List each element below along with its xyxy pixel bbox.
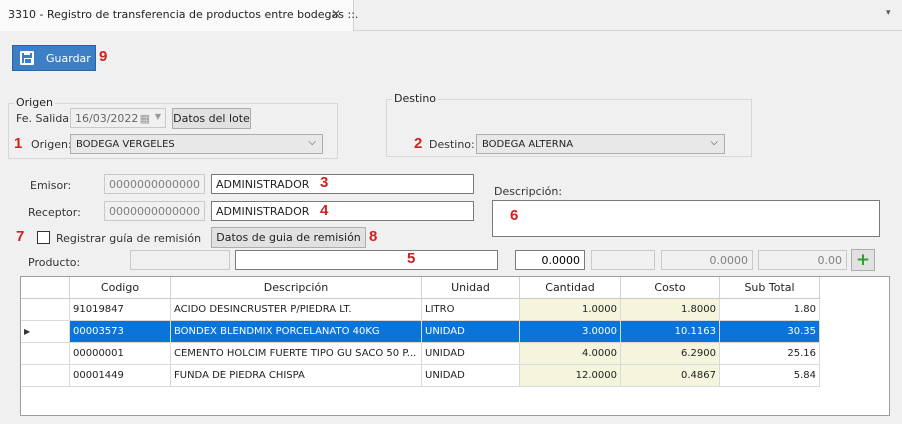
marker-9: 9 bbox=[99, 48, 108, 65]
table-cell-unidad[interactable]: UNIDAD bbox=[422, 365, 520, 387]
row-header[interactable] bbox=[21, 299, 70, 321]
producto-code-field[interactable] bbox=[130, 250, 230, 270]
table-cell-descripcion[interactable]: BONDEX BLENDMIX PORCELANATO 40KG bbox=[171, 321, 422, 343]
table-cell-codigo[interactable]: 91019847 bbox=[70, 299, 171, 321]
emisor-label: Emisor: bbox=[30, 179, 72, 192]
guia-checkbox-label: Registrar guía de remisión bbox=[56, 232, 202, 245]
producto-label: Producto: bbox=[28, 256, 81, 269]
row-header-corner bbox=[21, 277, 70, 299]
table-cell-descripcion[interactable]: CEMENTO HOLCIM FUERTE TIPO GU SACO 50 P.… bbox=[171, 343, 422, 365]
destino-label: Destino: bbox=[429, 138, 475, 151]
descripcion-textarea[interactable] bbox=[492, 200, 880, 237]
receptor-name-field[interactable]: ADMINISTRADOR bbox=[211, 201, 474, 221]
table-cell-subtotal[interactable]: 1.80 bbox=[720, 299, 820, 321]
tab-transferencia[interactable]: 3310 - Registro de transferencia de prod… bbox=[0, 0, 358, 31]
marker-3: 3 bbox=[320, 174, 329, 191]
tab-title: 3310 - Registro de transferencia de prod… bbox=[8, 8, 359, 21]
row-header[interactable] bbox=[21, 343, 70, 365]
row-header[interactable]: ▶ bbox=[21, 321, 70, 343]
close-icon[interactable]: ✕ bbox=[331, 7, 341, 21]
marker-1: 1 bbox=[14, 135, 23, 152]
table-cell-costo[interactable]: 6.2900 bbox=[621, 343, 720, 365]
column-header-costo[interactable]: Costo bbox=[621, 277, 720, 299]
column-header-descripcion[interactable]: Descripción bbox=[171, 277, 422, 299]
receptor-name-value: ADMINISTRADOR bbox=[216, 205, 310, 218]
table-cell-unidad[interactable]: UNIDAD bbox=[422, 343, 520, 365]
cantidad-input[interactable]: 0.0000 bbox=[515, 250, 585, 270]
save-button-label: Guardar bbox=[46, 52, 91, 65]
table-cell-costo[interactable]: 0.4867 bbox=[621, 365, 720, 387]
marker-2: 2 bbox=[414, 135, 423, 152]
current-row-indicator-icon: ▶ bbox=[24, 327, 31, 336]
descripcion-label: Descripción: bbox=[494, 185, 563, 198]
column-header-subtotal[interactable]: Sub Total bbox=[720, 277, 820, 299]
emisor-code-field[interactable]: 0000000000000 bbox=[104, 174, 205, 194]
row-header[interactable] bbox=[21, 365, 70, 387]
table-cell-cantidad[interactable]: 1.0000 bbox=[520, 299, 621, 321]
chevron-down-icon[interactable]: ▼ bbox=[155, 112, 161, 121]
receptor-label: Receptor: bbox=[28, 206, 81, 219]
marker-8: 8 bbox=[369, 228, 378, 245]
tab-strip: 3310 - Registro de transferencia de prod… bbox=[0, 0, 902, 31]
table-cell-subtotal[interactable]: 5.84 bbox=[720, 365, 820, 387]
destino-select-value: BODEGA ALTERNA bbox=[482, 139, 574, 150]
marker-4: 4 bbox=[320, 202, 329, 219]
costo-field[interactable]: 0.0000 bbox=[661, 250, 753, 270]
table-cell-cantidad[interactable]: 4.0000 bbox=[520, 343, 621, 365]
products-table[interactable]: Codigo Descripción Unidad Cantidad Costo… bbox=[20, 276, 890, 416]
table-cell-cantidad[interactable]: 3.0000 bbox=[520, 321, 621, 343]
table-cell-unidad[interactable]: LITRO bbox=[422, 299, 520, 321]
chevron-down-icon: ⌵ bbox=[710, 137, 718, 148]
marker-6: 6 bbox=[510, 207, 519, 224]
destino-group-title: Destino bbox=[392, 92, 439, 105]
table-cell-costo[interactable]: 10.1163 bbox=[621, 321, 720, 343]
fe-salida-value: 16/03/2022 bbox=[75, 112, 139, 125]
producto-field-4[interactable] bbox=[591, 250, 655, 270]
guia-checkbox[interactable] bbox=[37, 231, 50, 244]
datos-guia-button[interactable]: Datos de guia de remisión bbox=[211, 227, 366, 248]
destino-select[interactable]: BODEGA ALTERNA ⌵ bbox=[476, 134, 725, 154]
fe-salida-field[interactable]: 16/03/2022 ▦ ▼ bbox=[70, 108, 166, 128]
plus-icon: + bbox=[855, 250, 871, 270]
table-cell-cantidad[interactable]: 12.0000 bbox=[520, 365, 621, 387]
marker-7: 7 bbox=[16, 228, 25, 245]
table-cell-codigo[interactable]: 00003573 bbox=[70, 321, 171, 343]
table-cell-unidad[interactable]: UNIDAD bbox=[422, 321, 520, 343]
origen-label: Origen: bbox=[31, 138, 72, 151]
fe-salida-label: Fe. Salida: bbox=[16, 112, 73, 125]
origen-select-value: BODEGA VERGELES bbox=[76, 139, 175, 150]
table-cell-subtotal[interactable]: 30.35 bbox=[720, 321, 820, 343]
table-cell-descripcion[interactable]: FUNDA DE PIEDRA CHISPA bbox=[171, 365, 422, 387]
calendar-icon[interactable]: ▦ bbox=[140, 112, 150, 125]
column-header-codigo[interactable]: Codigo bbox=[70, 277, 171, 299]
table-cell-costo[interactable]: 1.8000 bbox=[621, 299, 720, 321]
datos-lote-button[interactable]: Datos del lote bbox=[172, 108, 251, 129]
table-cell-codigo[interactable]: 00000001 bbox=[70, 343, 171, 365]
receptor-code-field[interactable]: 0000000000000 bbox=[104, 201, 205, 221]
marker-5: 5 bbox=[407, 250, 416, 267]
add-product-button[interactable]: + bbox=[851, 249, 875, 271]
origen-select[interactable]: BODEGA VERGELES ⌵ bbox=[70, 134, 323, 154]
emisor-name-field[interactable]: ADMINISTRADOR bbox=[211, 174, 474, 194]
emisor-name-value: ADMINISTRADOR bbox=[216, 178, 310, 191]
chevron-down-icon[interactable]: ▾ bbox=[886, 8, 891, 18]
floppy-disk-icon bbox=[20, 51, 34, 65]
table-cell-descripcion[interactable]: ACIDO DESINCRUSTER P/PIEDRA LT. bbox=[171, 299, 422, 321]
save-button[interactable]: Guardar bbox=[12, 45, 96, 71]
table-cell-subtotal[interactable]: 25.16 bbox=[720, 343, 820, 365]
origen-group-title: Origen bbox=[14, 96, 55, 109]
chevron-down-icon: ⌵ bbox=[308, 137, 316, 148]
producto-search-input[interactable] bbox=[235, 250, 498, 270]
column-header-unidad[interactable]: Unidad bbox=[422, 277, 520, 299]
table-cell-codigo[interactable]: 00001449 bbox=[70, 365, 171, 387]
column-header-cantidad[interactable]: Cantidad bbox=[520, 277, 621, 299]
subtotal-field[interactable]: 0.00 bbox=[758, 250, 847, 270]
